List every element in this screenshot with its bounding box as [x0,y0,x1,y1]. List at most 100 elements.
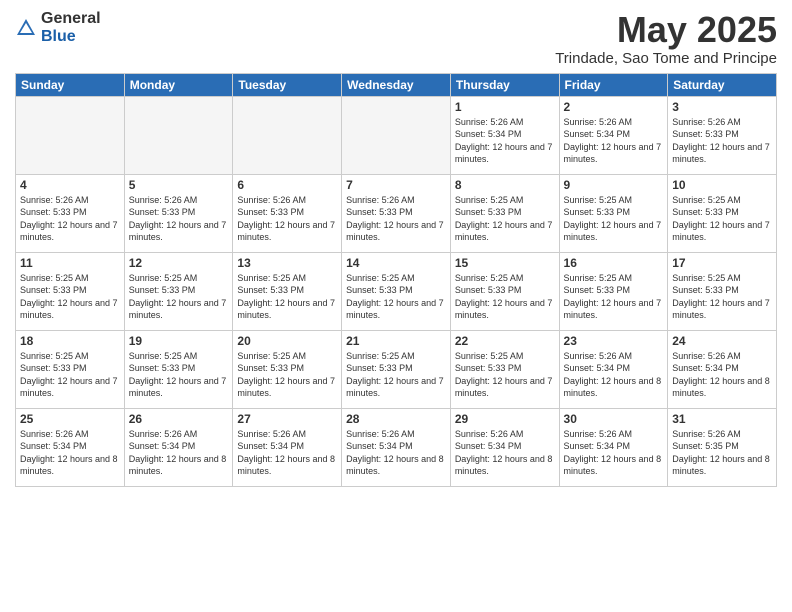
calendar-cell: 12 Sunrise: 5:25 AMSunset: 5:33 PMDayligh… [124,252,233,330]
day-number: 1 [455,100,555,114]
calendar-week-4: 25 Sunrise: 5:26 AMSunset: 5:34 PMDayligh… [16,408,777,486]
calendar-cell: 29 Sunrise: 5:26 AMSunset: 5:34 PMDayligh… [450,408,559,486]
day-info: Sunrise: 5:25 AMSunset: 5:33 PMDaylight:… [564,272,664,322]
day-info: Sunrise: 5:26 AMSunset: 5:34 PMDaylight:… [564,428,664,478]
day-number: 25 [20,412,120,426]
day-number: 12 [129,256,229,270]
day-info: Sunrise: 5:26 AMSunset: 5:34 PMDaylight:… [129,428,229,478]
logo-general: General [41,10,101,28]
day-number: 3 [672,100,772,114]
calendar-cell [124,96,233,174]
calendar-cell: 22 Sunrise: 5:25 AMSunset: 5:33 PMDayligh… [450,330,559,408]
day-number: 20 [237,334,337,348]
day-number: 26 [129,412,229,426]
day-info: Sunrise: 5:25 AMSunset: 5:33 PMDaylight:… [672,272,772,322]
col-sunday: Sunday [16,73,125,96]
day-info: Sunrise: 5:26 AMSunset: 5:33 PMDaylight:… [20,194,120,244]
calendar-body: 1 Sunrise: 5:26 AMSunset: 5:34 PMDaylight… [16,96,777,486]
day-info: Sunrise: 5:25 AMSunset: 5:33 PMDaylight:… [129,272,229,322]
col-friday: Friday [559,73,668,96]
calendar-cell: 16Sunrise: 5:25 AMSunset: 5:33 PMDayligh… [559,252,668,330]
calendar-cell: 8 Sunrise: 5:25 AMSunset: 5:33 PMDaylight… [450,174,559,252]
calendar-cell: 4 Sunrise: 5:26 AMSunset: 5:33 PMDaylight… [16,174,125,252]
day-number: 2 [564,100,664,114]
day-info: Sunrise: 5:26 AMSunset: 5:34 PMDaylight:… [564,116,664,166]
calendar-cell: 20 Sunrise: 5:25 AMSunset: 5:33 PMDayligh… [233,330,342,408]
day-info: Sunrise: 5:25 AMSunset: 5:33 PMDaylight:… [20,272,120,322]
day-number: 11 [20,256,120,270]
day-info: Sunrise: 5:26 AMSunset: 5:34 PMDaylight:… [672,350,772,400]
calendar-cell [233,96,342,174]
logo-text: General Blue [41,10,101,45]
day-info: Sunrise: 5:26 AMSunset: 5:35 PMDaylight:… [672,428,772,478]
calendar-cell: 21 Sunrise: 5:25 AMSunset: 5:33 PMDayligh… [342,330,451,408]
col-tuesday: Tuesday [233,73,342,96]
day-number: 21 [346,334,446,348]
page: General Blue May 2025 Trindade, Sao Tome… [0,0,792,612]
day-number: 15 [455,256,555,270]
day-number: 30 [564,412,664,426]
day-info: Sunrise: 5:26 AMSunset: 5:34 PMDaylight:… [346,428,446,478]
calendar-cell [16,96,125,174]
day-info: Sunrise: 5:26 AMSunset: 5:34 PMDaylight:… [455,428,555,478]
day-info: Sunrise: 5:26 AMSunset: 5:34 PMDaylight:… [455,116,555,166]
day-number: 7 [346,178,446,192]
day-info: Sunrise: 5:26 AMSunset: 5:34 PMDaylight:… [237,428,337,478]
calendar-cell: 17 Sunrise: 5:25 AMSunset: 5:33 PMDayligh… [668,252,777,330]
day-info: Sunrise: 5:25 AMSunset: 5:33 PMDaylight:… [20,350,120,400]
day-info: Sunrise: 5:25 AMSunset: 5:33 PMDaylight:… [455,350,555,400]
day-info: Sunrise: 5:25 AMSunset: 5:33 PMDaylight:… [455,272,555,322]
calendar-week-3: 18Sunrise: 5:25 AMSunset: 5:33 PMDayligh… [16,330,777,408]
day-info: Sunrise: 5:25 AMSunset: 5:33 PMDaylight:… [672,194,772,244]
title-section: May 2025 Trindade, Sao Tome and Principe [555,10,777,67]
calendar-cell: 18Sunrise: 5:25 AMSunset: 5:33 PMDayligh… [16,330,125,408]
day-info: Sunrise: 5:25 AMSunset: 5:33 PMDaylight:… [346,350,446,400]
calendar-cell: 27 Sunrise: 5:26 AMSunset: 5:34 PMDayligh… [233,408,342,486]
header: General Blue May 2025 Trindade, Sao Tome… [15,10,777,67]
day-info: Sunrise: 5:25 AMSunset: 5:33 PMDaylight:… [455,194,555,244]
calendar-week-0: 1 Sunrise: 5:26 AMSunset: 5:34 PMDaylight… [16,96,777,174]
day-number: 6 [237,178,337,192]
calendar-cell: 25 Sunrise: 5:26 AMSunset: 5:34 PMDayligh… [16,408,125,486]
day-number: 24 [672,334,772,348]
day-number: 17 [672,256,772,270]
calendar-cell: 7 Sunrise: 5:26 AMSunset: 5:33 PMDaylight… [342,174,451,252]
col-saturday: Saturday [668,73,777,96]
calendar-cell: 3 Sunrise: 5:26 AMSunset: 5:33 PMDaylight… [668,96,777,174]
day-info: Sunrise: 5:25 AMSunset: 5:33 PMDaylight:… [346,272,446,322]
calendar-week-2: 11 Sunrise: 5:25 AMSunset: 5:33 PMDayligh… [16,252,777,330]
calendar-cell: 30 Sunrise: 5:26 AMSunset: 5:34 PMDayligh… [559,408,668,486]
day-number: 8 [455,178,555,192]
calendar-cell: 9Sunrise: 5:25 AMSunset: 5:33 PMDaylight… [559,174,668,252]
day-info: Sunrise: 5:25 AMSunset: 5:33 PMDaylight:… [237,272,337,322]
day-number: 4 [20,178,120,192]
calendar-cell: 26 Sunrise: 5:26 AMSunset: 5:34 PMDayligh… [124,408,233,486]
day-info: Sunrise: 5:26 AMSunset: 5:33 PMDaylight:… [672,116,772,166]
day-number: 29 [455,412,555,426]
day-number: 27 [237,412,337,426]
calendar-cell [342,96,451,174]
day-number: 13 [237,256,337,270]
day-info: Sunrise: 5:26 AMSunset: 5:33 PMDaylight:… [346,194,446,244]
calendar-cell: 10Sunrise: 5:25 AMSunset: 5:33 PMDayligh… [668,174,777,252]
calendar-header: Sunday Monday Tuesday Wednesday Thursday… [16,73,777,96]
calendar: Sunday Monday Tuesday Wednesday Thursday… [15,73,777,487]
calendar-cell: 13 Sunrise: 5:25 AMSunset: 5:33 PMDayligh… [233,252,342,330]
logo-blue: Blue [41,28,101,46]
day-number: 22 [455,334,555,348]
day-number: 28 [346,412,446,426]
calendar-cell: 31Sunrise: 5:26 AMSunset: 5:35 PMDayligh… [668,408,777,486]
calendar-week-1: 4 Sunrise: 5:26 AMSunset: 5:33 PMDaylight… [16,174,777,252]
day-number: 9 [564,178,664,192]
day-info: Sunrise: 5:26 AMSunset: 5:33 PMDaylight:… [129,194,229,244]
subtitle: Trindade, Sao Tome and Principe [555,50,777,67]
day-info: Sunrise: 5:26 AMSunset: 5:34 PMDaylight:… [20,428,120,478]
calendar-cell: 28 Sunrise: 5:26 AMSunset: 5:34 PMDayligh… [342,408,451,486]
day-number: 19 [129,334,229,348]
day-info: Sunrise: 5:26 AMSunset: 5:33 PMDaylight:… [237,194,337,244]
day-number: 5 [129,178,229,192]
day-info: Sunrise: 5:25 AMSunset: 5:33 PMDaylight:… [129,350,229,400]
logo-icon [15,17,37,39]
calendar-cell: 2 Sunrise: 5:26 AMSunset: 5:34 PMDaylight… [559,96,668,174]
day-info: Sunrise: 5:25 AMSunset: 5:33 PMDaylight:… [237,350,337,400]
